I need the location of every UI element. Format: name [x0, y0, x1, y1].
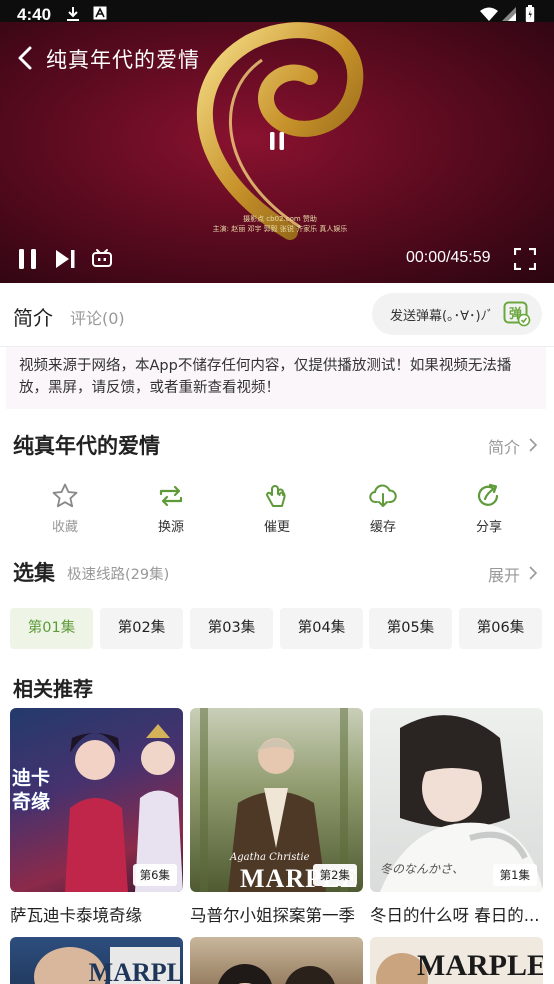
- poster-author: Agatha Christie: [230, 852, 310, 863]
- poster-figures: [218, 964, 335, 984]
- episode-badge: 第6集: [132, 864, 177, 886]
- episode-button[interactable]: 第02集: [100, 608, 183, 649]
- status-time: 4:40: [17, 5, 52, 24]
- switch-source-label: 换源: [157, 520, 184, 535]
- related-card-poster[interactable]: MARPLE: [370, 937, 543, 984]
- battery-icon: [525, 5, 535, 22]
- favorite-button[interactable]: 收藏: [25, 482, 105, 535]
- episodes-line[interactable]: 极速线路(29集): [67, 563, 169, 584]
- share-label: 分享: [475, 520, 502, 535]
- share-button[interactable]: 分享: [449, 482, 529, 535]
- poster-caption: 冬のなんかさ、: [380, 862, 465, 876]
- source-notice: 视频来源于网络，本App不储存任何内容，仅提供播放测试！如果视频无法播放，黑屏，…: [6, 347, 546, 409]
- star-icon: [52, 483, 78, 508]
- card-title: 冬日的什么呀 春日的...: [370, 906, 540, 925]
- poster-figures: MARPLE: [376, 949, 543, 984]
- share-icon: [477, 483, 499, 506]
- episodes-header: 选集: [13, 561, 55, 585]
- poster-image[interactable]: 冬のなんかさ、 第1集: [370, 708, 543, 892]
- card-title: 马普尔小姐探案第一季: [190, 906, 355, 925]
- playback-time: 00:00/45:59: [406, 249, 491, 266]
- video-player[interactable]: 4:40 纯真年代的爱情 摄影点 cb02.com 赞助 主演: 赵丽 邓宇 郭…: [0, 0, 554, 283]
- download-icon: [67, 7, 79, 21]
- danmaku-placeholder: 发送弹幕(｡･∀･)ﾉﾞ: [390, 309, 494, 324]
- switch-source-button[interactable]: 换源: [131, 482, 211, 535]
- poster-image[interactable]: Agatha Christie MARPLE 第2集: [190, 708, 363, 892]
- center-pause-icon[interactable]: [264, 128, 290, 154]
- card-title: 萨瓦迪卡泰境奇缘: [10, 906, 142, 925]
- related-card-poster[interactable]: MARPLE: [10, 937, 183, 984]
- related-card[interactable]: 冬のなんかさ、 第1集 冬日的什么呀 春日的...: [370, 708, 543, 926]
- fullscreen-icon[interactable]: [514, 248, 536, 270]
- download-cache-icon: [369, 484, 397, 507]
- video-credits: 摄影点 cb02.com 赞助 主演: 赵丽 邓宇 郭毅 张锐 齐家乐 真人娱乐: [212, 215, 348, 233]
- video-title: 纯真年代的爱情: [46, 48, 200, 72]
- wifi-icon: [480, 7, 498, 21]
- episode-button[interactable]: 第01集: [10, 608, 93, 649]
- chevron-right-icon[interactable]: [528, 565, 538, 581]
- episode-badge: 第1集: [492, 864, 537, 886]
- episode-button[interactable]: 第05集: [369, 608, 452, 649]
- svg-text:MARPLE: MARPLE: [89, 958, 183, 984]
- show-title: 纯真年代的爱情: [13, 434, 160, 458]
- app-notification-icon: [93, 6, 107, 20]
- intro-link[interactable]: 简介: [488, 434, 520, 458]
- status-bar: 4:40: [0, 0, 554, 28]
- urge-update-label: 催更: [263, 520, 290, 535]
- danmaku-send-icon[interactable]: 弹: [503, 301, 531, 327]
- poster-image[interactable]: 迪卡 奇缘 第6集: [10, 708, 183, 892]
- episode-button[interactable]: 第04集: [280, 608, 363, 649]
- danmaku-toggle-icon[interactable]: [91, 248, 113, 268]
- related-card[interactable]: 迪卡 奇缘 第6集 萨瓦迪卡泰境奇缘: [10, 708, 183, 926]
- urge-update-button[interactable]: 催更: [237, 482, 317, 535]
- poster-caption: MARPLE: [417, 949, 543, 982]
- chevron-right-icon[interactable]: [528, 437, 538, 453]
- cache-label: 缓存: [369, 520, 396, 535]
- favorite-label: 收藏: [51, 520, 78, 535]
- switch-source-icon: [159, 485, 183, 507]
- back-icon[interactable]: [14, 44, 38, 72]
- urge-update-icon: [266, 485, 286, 507]
- next-episode-icon[interactable]: [53, 247, 77, 271]
- signal-icon: [502, 7, 516, 21]
- expand-episodes-link[interactable]: 展开: [488, 562, 520, 586]
- pause-icon[interactable]: [16, 246, 40, 272]
- detail-tabs: 简介 评论(0) 发送弹幕(｡･∀･)ﾉﾞ 弹: [0, 283, 554, 347]
- related-card-poster[interactable]: [190, 937, 363, 984]
- danmaku-input[interactable]: 发送弹幕(｡･∀･)ﾉﾞ 弹: [372, 293, 542, 335]
- poster-figures: MARPLE: [34, 947, 183, 984]
- episode-badge: 第2集: [312, 864, 357, 886]
- cache-button[interactable]: 缓存: [343, 482, 423, 535]
- tab-intro[interactable]: 简介: [13, 302, 53, 331]
- related-card[interactable]: Agatha Christie MARPLE 第2集 马普尔小姐探案第一季: [190, 708, 363, 926]
- related-header: 相关推荐: [13, 677, 93, 701]
- tab-comments[interactable]: 评论(0): [70, 305, 125, 329]
- poster-caption: 迪卡 奇缘: [12, 767, 51, 813]
- episode-button[interactable]: 第03集: [190, 608, 273, 649]
- episode-button[interactable]: 第06集: [459, 608, 542, 649]
